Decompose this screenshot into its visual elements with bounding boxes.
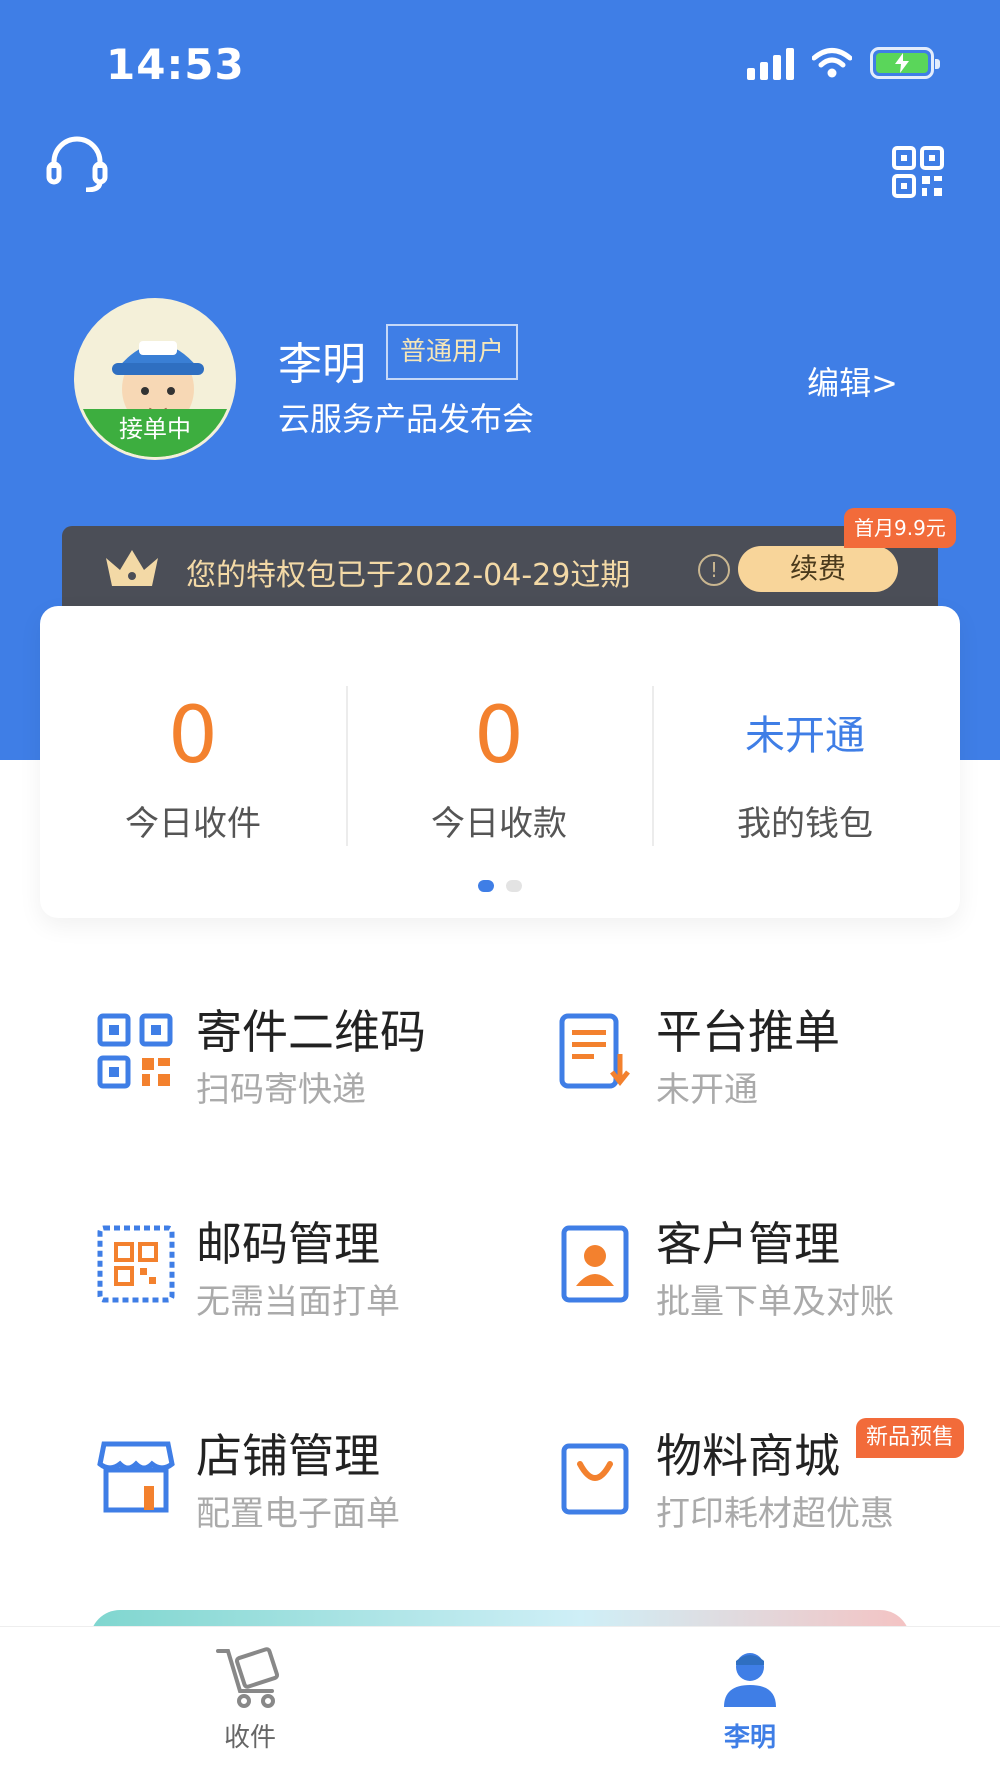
- customer-service-icon[interactable]: [46, 136, 108, 192]
- qr-code-icon[interactable]: [892, 146, 944, 198]
- menu-title: 客户管理: [656, 1217, 840, 1271]
- document-download-icon: [559, 1013, 630, 1089]
- order-status-badge: 接单中: [77, 409, 233, 457]
- wifi-icon: [812, 48, 852, 78]
- user-name: 李明: [278, 339, 366, 390]
- contact-card-icon: [561, 1225, 629, 1303]
- bottom-nav: 收件 李明: [0, 1626, 1000, 1778]
- privilege-bar[interactable]: 您的特权包已于2022-04-29过期 ! 续费: [62, 526, 938, 616]
- stat-today-payment[interactable]: 0 今日收款: [346, 686, 652, 845]
- menu-title: 邮码管理: [196, 1217, 380, 1271]
- privilege-expired-message: 您的特权包已于2022-04-29过期: [186, 558, 631, 593]
- store-icon: [97, 1441, 175, 1513]
- menu-platform-orders[interactable]: 平台推单 未开通: [556, 996, 976, 1126]
- page-dot: [506, 880, 522, 892]
- stat-value: 0: [168, 691, 218, 781]
- menu-store-management[interactable]: 店铺管理 配置电子面单: [96, 1420, 516, 1550]
- info-icon[interactable]: !: [698, 554, 730, 586]
- menu-title: 寄件二维码: [196, 1005, 426, 1059]
- tab-receive[interactable]: 收件: [150, 1645, 350, 1754]
- status-time: 14:53: [106, 40, 245, 89]
- menu-send-qr-code[interactable]: 寄件二维码 扫码寄快递: [96, 996, 516, 1126]
- stat-label: 今日收款: [431, 804, 567, 844]
- stat-label: 今日收件: [125, 804, 261, 844]
- user-icon: [724, 1653, 776, 1707]
- cart-icon: [216, 1647, 280, 1708]
- page-indicator: [478, 880, 522, 892]
- page-dot-active: [478, 880, 494, 892]
- new-product-tag: 新品预售: [856, 1418, 965, 1458]
- menu-subtitle: 扫码寄快递: [196, 1070, 366, 1110]
- stat-wallet[interactable]: 未开通 我的钱包: [652, 686, 958, 845]
- menu-subtitle: 无需当面打单: [196, 1282, 400, 1322]
- qr-code-icon: [97, 1013, 173, 1089]
- status-icons: [747, 46, 940, 80]
- renew-button[interactable]: 续费: [738, 546, 898, 592]
- menu-postal-code-management[interactable]: 邮码管理 无需当面打单: [96, 1208, 516, 1338]
- menu-title: 平台推单: [656, 1005, 840, 1059]
- cellular-signal-icon: [747, 46, 794, 80]
- crown-icon: [106, 550, 158, 586]
- tab-label: 收件: [223, 1723, 276, 1753]
- battery-icon: [870, 47, 940, 79]
- menu-subtitle: 打印耗材超优惠: [656, 1494, 894, 1534]
- stats-card: 0 今日收件 0 今日收款 未开通 我的钱包: [40, 606, 960, 918]
- avatar[interactable]: 接单中: [74, 298, 236, 460]
- user-company: 云服务产品发布会: [278, 400, 535, 438]
- menu-subtitle: 配置电子面单: [196, 1494, 400, 1534]
- stat-value: 0: [474, 691, 524, 781]
- promo-tag: 首月9.9元: [844, 508, 956, 548]
- menu-title: 物料商城: [656, 1429, 840, 1483]
- edit-profile-link[interactable]: 编辑>: [807, 358, 898, 404]
- tab-label: 李明: [723, 1723, 776, 1753]
- stat-label: 我的钱包: [737, 804, 873, 844]
- menu-title: 店铺管理: [196, 1429, 380, 1483]
- stat-today-received[interactable]: 0 今日收件: [40, 686, 346, 845]
- menu-subtitle: 未开通: [656, 1070, 758, 1110]
- menu-subtitle: 批量下单及对账: [656, 1282, 894, 1322]
- stamp-qr-icon: [97, 1225, 175, 1303]
- stat-value: 未开通: [745, 713, 865, 759]
- user-type-badge: 普通用户: [386, 324, 519, 380]
- shopping-bag-icon: [561, 1443, 629, 1515]
- menu-customer-management[interactable]: 客户管理 批量下单及对账: [556, 1208, 976, 1338]
- tab-profile[interactable]: 李明: [650, 1645, 850, 1754]
